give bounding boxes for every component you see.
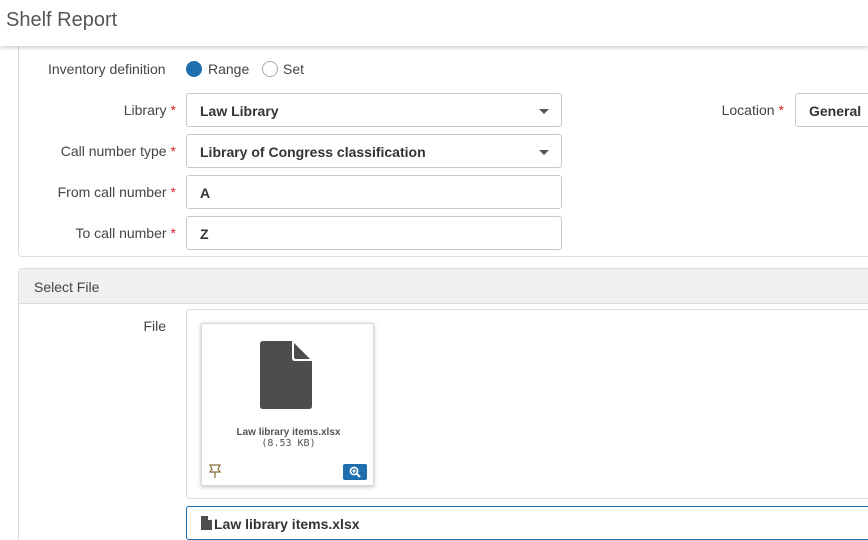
location-value: General	[809, 103, 862, 119]
radio-set[interactable]	[262, 61, 278, 77]
pin-icon[interactable]	[208, 463, 222, 479]
file-card-size: (8.53 KB)	[261, 438, 316, 449]
required-marker: *	[170, 225, 176, 241]
from-call-number-value: A	[200, 185, 211, 201]
from-call-number-label: From call number *	[58, 184, 176, 200]
required-marker: *	[778, 102, 784, 118]
library-select[interactable]: Law Library	[186, 93, 562, 127]
to-call-number-label: To call number *	[76, 225, 177, 241]
selected-file-field[interactable]: Law library items.xlsx	[186, 506, 868, 540]
required-marker: *	[170, 184, 176, 200]
chevron-down-icon	[539, 109, 549, 114]
file-label: File	[143, 318, 166, 334]
from-call-number-label-text: From call number	[57, 184, 167, 200]
required-marker: *	[170, 143, 176, 159]
call-number-type-label: Call number type *	[61, 143, 176, 159]
location-label: Location *	[722, 102, 784, 118]
page-header: Shelf Report	[0, 0, 868, 46]
file-card-name: Law library items.xlsx	[236, 427, 341, 438]
chevron-down-icon	[539, 150, 549, 155]
library-value: Law Library	[200, 103, 279, 119]
to-call-number-input[interactable]: Z	[186, 216, 562, 250]
page-title: Shelf Report	[6, 9, 118, 31]
call-number-type-select[interactable]: Library of Congress classification	[186, 134, 562, 168]
file-icon	[201, 516, 212, 530]
selected-file-name: Law library items.xlsx	[214, 516, 360, 532]
file-card[interactable]: Law library items.xlsx (8.53 KB)	[201, 323, 374, 486]
to-call-number-label-text: To call number	[75, 225, 167, 241]
radio-set-label[interactable]: Set	[283, 61, 304, 77]
location-select[interactable]: General	[795, 93, 868, 127]
location-label-text: Location	[721, 102, 775, 118]
call-number-type-value: Library of Congress classification	[200, 144, 426, 160]
from-call-number-input[interactable]: A	[186, 175, 562, 209]
to-call-number-value: Z	[200, 226, 209, 242]
inventory-definition-label: Inventory definition	[48, 61, 166, 77]
library-label: Library *	[124, 102, 176, 118]
radio-range-label[interactable]: Range	[208, 61, 249, 77]
select-file-title: Select File	[34, 279, 100, 295]
call-number-type-label-text: Call number type	[60, 143, 167, 159]
select-file-header: Select File	[19, 269, 868, 304]
required-marker: *	[170, 102, 176, 118]
radio-range[interactable]	[186, 61, 202, 77]
zoom-in-icon	[349, 466, 361, 478]
library-label-text: Library	[123, 102, 167, 118]
document-icon	[260, 341, 312, 409]
zoom-in-button[interactable]	[343, 464, 367, 480]
